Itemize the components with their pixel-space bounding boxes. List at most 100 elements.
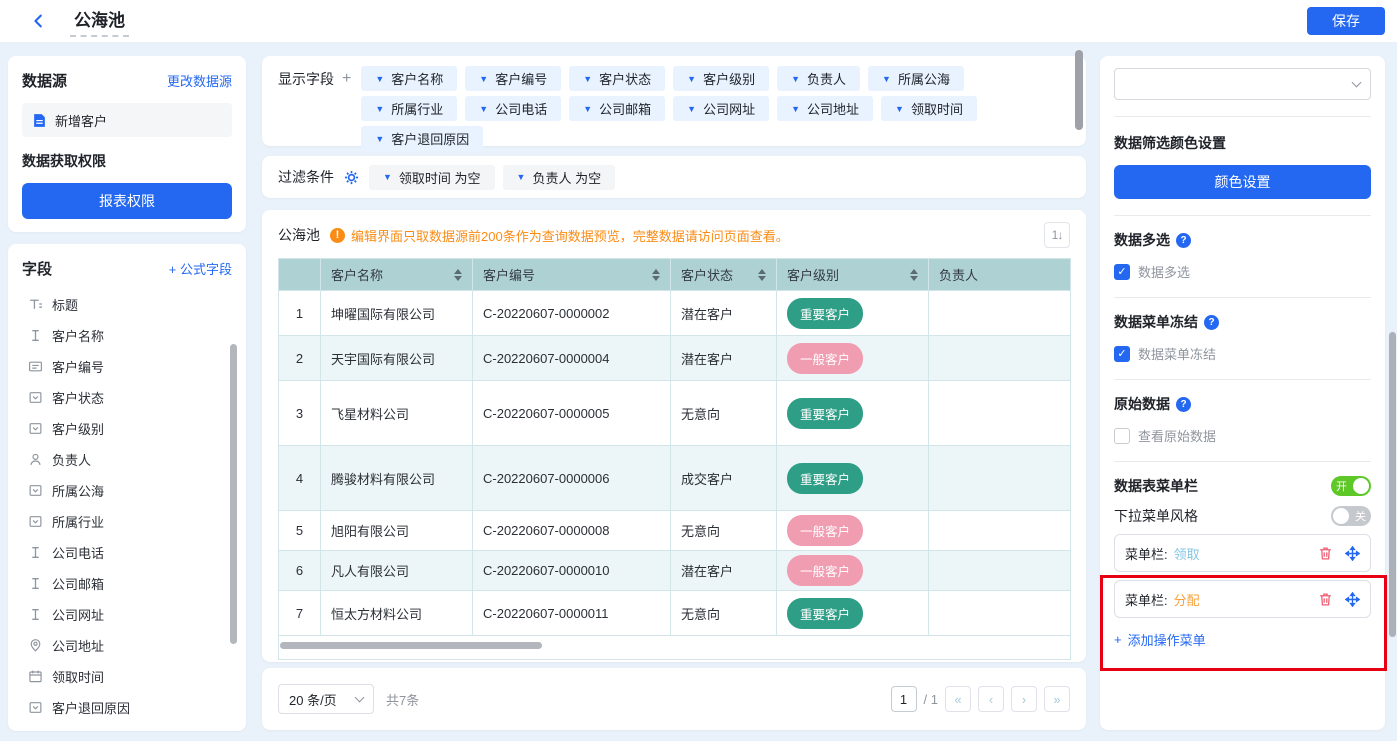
- display-field-tag[interactable]: ▼公司网址: [673, 96, 769, 121]
- datasource-item[interactable]: 新增客户: [22, 103, 232, 137]
- page-size-select[interactable]: 20 条/页: [278, 684, 374, 714]
- chevron-down-icon: ▼: [479, 104, 488, 114]
- table-row[interactable]: 4 腾骏材料有限公司 C-20220607-0000006 成交客户 重要客户: [279, 446, 1071, 511]
- table-header-cell[interactable]: 客户状态: [671, 259, 777, 291]
- divider: [1114, 461, 1371, 462]
- sort-icon[interactable]: [454, 265, 462, 285]
- table-header-cell[interactable]: 客户编号: [473, 259, 671, 291]
- menubar-toggle[interactable]: 开: [1331, 476, 1371, 496]
- field-item[interactable]: 公司邮箱: [22, 568, 232, 599]
- filter-tag[interactable]: ▼负责人 为空: [503, 165, 616, 190]
- prev-page-button[interactable]: ‹: [978, 686, 1004, 712]
- menubar-item[interactable]: 菜单栏: 领取: [1114, 534, 1371, 572]
- field-item[interactable]: 客户退回原因: [22, 692, 232, 723]
- field-item[interactable]: 标题: [22, 289, 232, 320]
- table-header-cell[interactable]: 客户级别: [777, 259, 929, 291]
- display-field-tag[interactable]: ▼公司邮箱: [569, 96, 665, 121]
- right-panel-scrollbar[interactable]: [1389, 332, 1396, 637]
- sort-icon[interactable]: [758, 265, 766, 285]
- help-icon[interactable]: ?: [1204, 315, 1219, 330]
- field-item[interactable]: 客户级别: [22, 413, 232, 444]
- page-title[interactable]: 公海池: [70, 6, 129, 37]
- display-field-tags: ▼客户名称▼客户编号▼客户状态▼客户级别▼负责人▼所属公海▼所属行业▼公司电话▼…: [361, 66, 977, 136]
- field-item[interactable]: 公司电话: [22, 537, 232, 568]
- field-item-label: 公司地址: [52, 636, 104, 655]
- field-item[interactable]: 公司地址: [22, 630, 232, 661]
- display-field-tag[interactable]: ▼负责人: [777, 66, 860, 91]
- table-horizontal-scrollbar[interactable]: [280, 642, 542, 649]
- last-page-button[interactable]: »: [1044, 686, 1070, 712]
- sort-icon[interactable]: [652, 265, 660, 285]
- field-item[interactable]: 公司网址: [22, 599, 232, 630]
- filter-tag[interactable]: ▼领取时间 为空: [369, 165, 495, 190]
- warning-icon: !: [330, 228, 345, 243]
- field-item[interactable]: 客户状态: [22, 382, 232, 413]
- field-item[interactable]: 领取时间: [22, 661, 232, 692]
- field-item[interactable]: 提交人: [22, 723, 232, 731]
- change-datasource-link[interactable]: 更改数据源: [167, 71, 232, 90]
- help-icon[interactable]: ?: [1176, 397, 1191, 412]
- add-formula-field-link[interactable]: + 公式字段: [169, 259, 232, 278]
- gear-icon[interactable]: [344, 170, 359, 185]
- field-item[interactable]: 客户编号: [22, 351, 232, 382]
- help-icon[interactable]: ?: [1176, 233, 1191, 248]
- display-field-tag[interactable]: ▼客户退回原因: [361, 126, 483, 151]
- display-field-tag[interactable]: ▼客户名称: [361, 66, 457, 91]
- report-permission-button[interactable]: 报表权限: [22, 183, 232, 219]
- trash-icon[interactable]: [1318, 546, 1333, 561]
- trash-icon[interactable]: [1318, 592, 1333, 607]
- field-item[interactable]: 负责人: [22, 444, 232, 475]
- row-index: 7: [279, 591, 321, 636]
- display-field-tag[interactable]: ▼客户级别: [673, 66, 769, 91]
- level-badge: 重要客户: [787, 598, 863, 629]
- settings-select[interactable]: [1114, 68, 1371, 100]
- row-index: 1: [279, 291, 321, 336]
- back-icon[interactable]: [26, 8, 52, 34]
- field-item[interactable]: 所属公海: [22, 475, 232, 506]
- raw-data-checkbox[interactable]: 查看原始数据: [1114, 426, 1371, 445]
- cell-code: C-20220607-0000005: [473, 381, 671, 446]
- add-menu-link[interactable]: + 添加操作菜单: [1114, 630, 1371, 649]
- field-item[interactable]: 客户名称: [22, 320, 232, 351]
- color-settings-button[interactable]: 颜色设置: [1114, 165, 1371, 199]
- field-item[interactable]: 所属行业: [22, 506, 232, 537]
- display-field-tag[interactable]: ▼领取时间: [881, 96, 977, 121]
- first-page-button[interactable]: «: [945, 686, 971, 712]
- table-row[interactable]: 3 飞星材料公司 C-20220607-0000005 无意向 重要客户: [279, 381, 1071, 446]
- cell-name: 凡人有限公司: [321, 551, 473, 591]
- number-icon: [28, 359, 43, 374]
- display-tag-row: ▼客户退回原因: [361, 126, 977, 151]
- move-icon[interactable]: [1345, 546, 1360, 561]
- move-icon[interactable]: [1345, 592, 1360, 607]
- fields-scrollbar[interactable]: [230, 344, 237, 644]
- table-header-cell[interactable]: 客户名称: [321, 259, 473, 291]
- dropdown-style-toggle[interactable]: 关: [1331, 506, 1371, 526]
- field-item-label: 提交人: [52, 729, 91, 731]
- display-field-tag[interactable]: ▼所属行业: [361, 96, 457, 121]
- multi-select-checkbox[interactable]: ✓ 数据多选: [1114, 262, 1371, 281]
- perm-title: 数据获取权限: [22, 151, 232, 171]
- table-row[interactable]: 1 坤曜国际有限公司 C-20220607-0000002 潜在客户 重要客户: [279, 291, 1071, 336]
- display-field-tag[interactable]: ▼客户状态: [569, 66, 665, 91]
- sort-order-icon[interactable]: 1↓: [1044, 222, 1070, 248]
- multi-select-title: 数据多选: [1114, 230, 1170, 250]
- row-index: 4: [279, 446, 321, 511]
- table-row[interactable]: 6 凡人有限公司 C-20220607-0000010 潜在客户 一般客户: [279, 551, 1071, 591]
- display-field-tag[interactable]: ▼所属公海: [868, 66, 964, 91]
- table-row[interactable]: 2 天宇国际有限公司 C-20220607-0000004 潜在客户 一般客户: [279, 336, 1071, 381]
- current-page-input[interactable]: 1: [891, 686, 917, 712]
- table-row[interactable]: 5 旭阳有限公司 C-20220607-0000008 无意向 一般客户: [279, 511, 1071, 551]
- freeze-checkbox[interactable]: ✓ 数据菜单冻结: [1114, 344, 1371, 363]
- middle-panel-scrollbar[interactable]: [1075, 50, 1083, 130]
- next-page-button[interactable]: ›: [1011, 686, 1037, 712]
- table-row[interactable]: 7 恒太方材料公司 C-20220607-0000011 无意向 重要客户: [279, 591, 1071, 636]
- sort-icon[interactable]: [910, 265, 918, 285]
- menubar-item[interactable]: 菜单栏: 分配: [1114, 580, 1371, 618]
- display-fields-label: 显示字段: [278, 69, 334, 89]
- save-button[interactable]: 保存: [1307, 7, 1385, 35]
- field-item-label: 客户编号: [52, 357, 104, 376]
- add-display-field-icon[interactable]: +: [342, 70, 351, 88]
- display-field-tag[interactable]: ▼客户编号: [465, 66, 561, 91]
- display-field-tag[interactable]: ▼公司电话: [465, 96, 561, 121]
- display-field-tag[interactable]: ▼公司地址: [777, 96, 873, 121]
